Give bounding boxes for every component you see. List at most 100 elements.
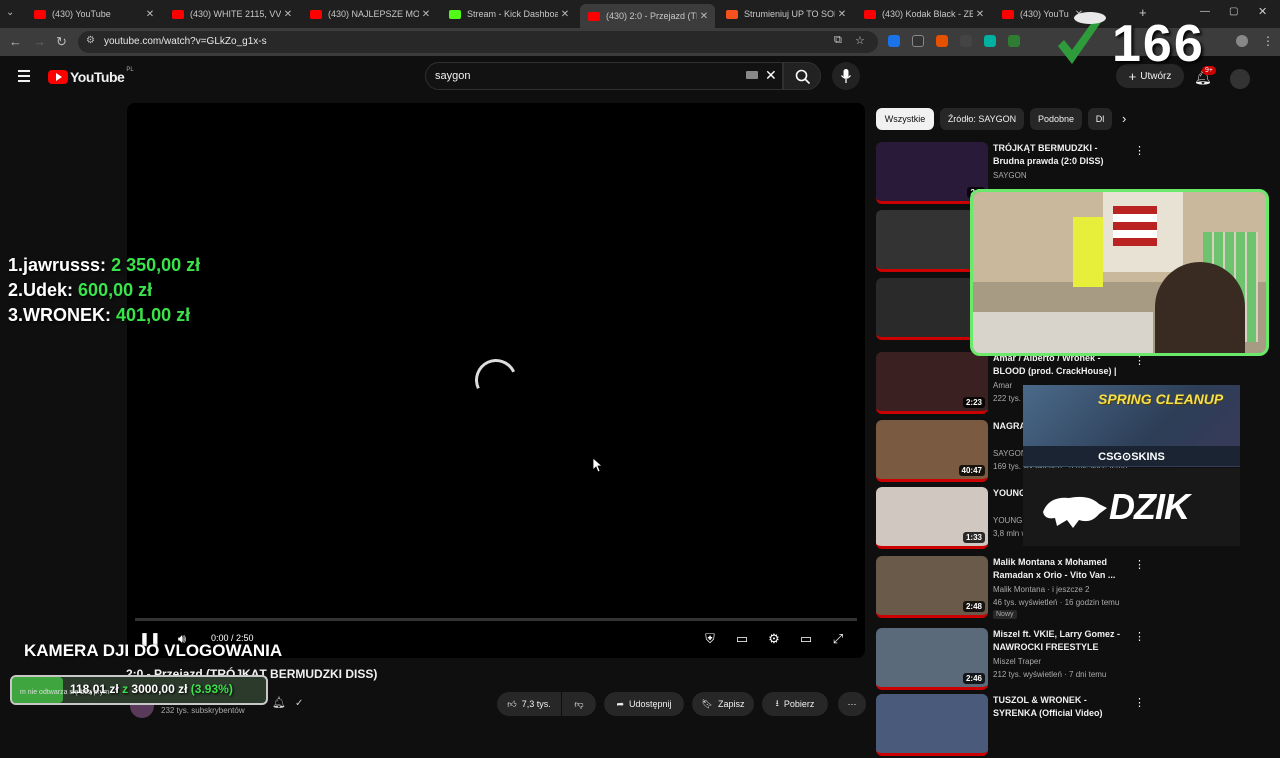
leaderboard-row: 3.WRONEK: 401,00 zł bbox=[8, 305, 191, 325]
boar-icon bbox=[1043, 496, 1107, 528]
search-input[interactable]: saygon ✕ bbox=[425, 62, 783, 90]
channel-name: Malik Montana · i jeszcze 2 bbox=[993, 585, 1090, 594]
browser-tab[interactable]: (430) NAJLEPSZE MOMEN✕ bbox=[302, 4, 437, 24]
dislike-button[interactable]: 👎︎ bbox=[562, 692, 596, 716]
search-button[interactable] bbox=[783, 62, 821, 90]
save-button[interactable]: 🔖︎ Zapisz bbox=[692, 692, 754, 716]
thumbs-up-icon: 👍︎ bbox=[507, 698, 517, 709]
tab-title: Stream - Kick Dashboard bbox=[467, 9, 558, 19]
more-vertical-icon[interactable]: ⋮ bbox=[1134, 558, 1145, 571]
reload-icon[interactable]: ↻ bbox=[56, 34, 67, 50]
video-thumbnail[interactable]: 2:23 bbox=[876, 352, 988, 414]
account-avatar[interactable] bbox=[1230, 69, 1250, 89]
chip-more[interactable]: Dl bbox=[1088, 108, 1112, 130]
suggested-video[interactable]: TUSZOL & WRONEK - SYRENKA (Official Vide… bbox=[876, 694, 1266, 758]
subtitles-icon[interactable]: ▭ bbox=[733, 630, 751, 648]
csgo-ad-title: SPRING CLEANUP bbox=[1098, 391, 1224, 407]
close-tab-icon[interactable]: ✕ bbox=[973, 9, 987, 20]
video-thumbnail[interactable]: 40:47 bbox=[876, 420, 988, 482]
video-title[interactable]: TRÓJKĄT BERMUDZKI - Brudna prawda (2:0 D… bbox=[993, 142, 1125, 168]
dzik-ad: DZIK bbox=[1023, 468, 1240, 546]
subscribed-check-icon[interactable]: ✓ bbox=[295, 698, 303, 709]
close-tab-icon[interactable]: ✕ bbox=[835, 9, 849, 20]
more-vertical-icon[interactable]: ⋮ bbox=[1134, 630, 1145, 643]
settings-gear-icon[interactable]: ⚙ bbox=[765, 630, 783, 648]
browser-tab[interactable]: (430) YouTube ✕ bbox=[26, 4, 161, 24]
browser-tab[interactable]: Strumieniuj UP TO SOME✕ bbox=[718, 4, 853, 24]
chips-next-icon[interactable]: › bbox=[1122, 111, 1126, 126]
video-thumbnail[interactable]: 2:48 bbox=[876, 556, 988, 618]
leaderboard-row: 2.Udek: 600,00 zł bbox=[8, 280, 153, 300]
notification-bell-icon[interactable]: 🔔︎ bbox=[272, 696, 286, 709]
install-app-icon[interactable]: ⧉ bbox=[834, 34, 842, 47]
chip-similar[interactable]: Podobne bbox=[1030, 108, 1082, 130]
bookmark-icon: 🔖︎ bbox=[701, 698, 713, 709]
share-icon: ➦ bbox=[616, 698, 624, 709]
extension-icon[interactable] bbox=[960, 35, 972, 47]
video-meta: 46 tys. wyświetleń · 16 godzin temu bbox=[993, 598, 1120, 607]
channel-name: SAYGON bbox=[993, 449, 1027, 458]
url-text: youtube.com/watch?v=GLkZo_g1x-s bbox=[104, 36, 267, 47]
menu-icon[interactable] bbox=[18, 70, 30, 85]
webcam-overlay bbox=[970, 189, 1269, 356]
video-meta: 212 tys. wyświetleń · 7 dni temu bbox=[993, 670, 1107, 679]
browser-tab[interactable]: (430) 2:0 - Przejazd (TRÓJ✕ bbox=[580, 4, 715, 28]
extension-icon[interactable] bbox=[984, 35, 996, 47]
back-icon[interactable]: ← bbox=[9, 34, 22, 49]
chip-all[interactable]: Wszystkie bbox=[876, 108, 934, 130]
tab-favicon-icon bbox=[726, 9, 738, 19]
video-player[interactable]: ❚❚ 🔊︎ 0:00 / 2:50 ⛨ ▭ ⚙ ▭ ⤢ bbox=[127, 103, 865, 658]
extension-icon[interactable] bbox=[936, 35, 948, 47]
video-title[interactable]: Miszel ft. VKIE, Larry Gomez - NAWROCKI … bbox=[993, 628, 1125, 654]
browser-tab[interactable]: (430) WHITE 2115, VVSim✕ bbox=[164, 4, 299, 24]
site-info-icon[interactable]: ⚙ bbox=[86, 35, 95, 46]
tab-search-icon[interactable]: ⌄ bbox=[6, 7, 14, 18]
browser-menu-icon[interactable]: ⋮ bbox=[1262, 34, 1274, 48]
address-bar[interactable]: ⚙ youtube.com/watch?v=GLkZo_g1x-s ⧉ ☆ bbox=[78, 31, 878, 53]
more-vertical-icon[interactable]: ⋮ bbox=[1134, 696, 1145, 709]
video-duration: 2:48 bbox=[962, 601, 985, 612]
channel-name: Miszel Traper bbox=[993, 657, 1042, 666]
like-button[interactable]: 👍︎ 7,3 tys. bbox=[497, 692, 561, 716]
shield-icon[interactable]: ⛨ bbox=[701, 630, 719, 648]
video-title[interactable]: TUSZOL & WRONEK - SYRENKA (Official Vide… bbox=[993, 694, 1125, 720]
leaderboard-row: 1.jawrusss: 2 350,00 zł bbox=[8, 255, 201, 275]
fullscreen-icon[interactable]: ⤢ bbox=[829, 630, 847, 648]
close-tab-icon[interactable]: ✕ bbox=[697, 11, 711, 22]
keyboard-icon[interactable] bbox=[746, 71, 758, 79]
bookmark-star-icon[interactable]: ☆ bbox=[855, 34, 865, 47]
browser-tab[interactable]: (430) Kodak Black - ZEZE✕ bbox=[856, 4, 991, 24]
close-tab-icon[interactable]: ✕ bbox=[143, 9, 157, 20]
youtube-logo[interactable]: YouTube PL bbox=[48, 67, 134, 85]
browser-tab[interactable]: Stream - Kick Dashboard ✕ bbox=[441, 4, 576, 24]
extension-icon[interactable] bbox=[1008, 35, 1020, 47]
more-vertical-icon[interactable]: ⋮ bbox=[1134, 144, 1145, 157]
theater-mode-icon[interactable]: ▭ bbox=[797, 630, 815, 648]
maximize-button[interactable]: ▢ bbox=[1229, 6, 1238, 17]
profile-avatar-icon[interactable] bbox=[1236, 35, 1248, 47]
close-window-button[interactable]: ✕ bbox=[1258, 5, 1267, 18]
forward-icon[interactable]: → bbox=[33, 34, 46, 49]
logo-word: YouTube bbox=[70, 69, 125, 85]
download-button[interactable]: ⭳ Pobierz bbox=[762, 692, 828, 716]
suggested-video[interactable]: 2:48 Malik Montana x Mohamed Ramadan x Or… bbox=[876, 556, 1266, 620]
voice-search-button[interactable] bbox=[832, 62, 860, 90]
chip-source-saygon[interactable]: Źródło: SAYGON bbox=[940, 108, 1024, 130]
suggested-video[interactable]: 2:46 Miszel ft. VKIE, Larry Gomez - NAWRO… bbox=[876, 628, 1266, 692]
video-thumbnail[interactable]: 1:33 bbox=[876, 487, 988, 549]
more-actions-button[interactable]: ⋯ bbox=[838, 692, 866, 716]
clear-search-icon[interactable]: ✕ bbox=[765, 67, 777, 84]
video-title[interactable]: Malik Montana x Mohamed Ramadan x Orio -… bbox=[993, 556, 1125, 582]
close-tab-icon[interactable]: ✕ bbox=[419, 9, 433, 20]
video-thumbnail[interactable]: 2:46 bbox=[876, 628, 988, 690]
tab-favicon-icon bbox=[172, 9, 184, 19]
tab-title: (430) NAJLEPSZE MOMEN bbox=[328, 9, 419, 19]
extension-icon[interactable] bbox=[888, 35, 900, 47]
close-tab-icon[interactable]: ✕ bbox=[558, 9, 572, 20]
close-tab-icon[interactable]: ✕ bbox=[281, 9, 295, 20]
share-button[interactable]: ➦ Udostępnij bbox=[604, 692, 684, 716]
video-thumbnail[interactable] bbox=[876, 694, 988, 756]
progress-bar[interactable] bbox=[135, 618, 857, 621]
extension-icon[interactable] bbox=[912, 35, 924, 47]
channel-name: Amar bbox=[993, 381, 1013, 390]
